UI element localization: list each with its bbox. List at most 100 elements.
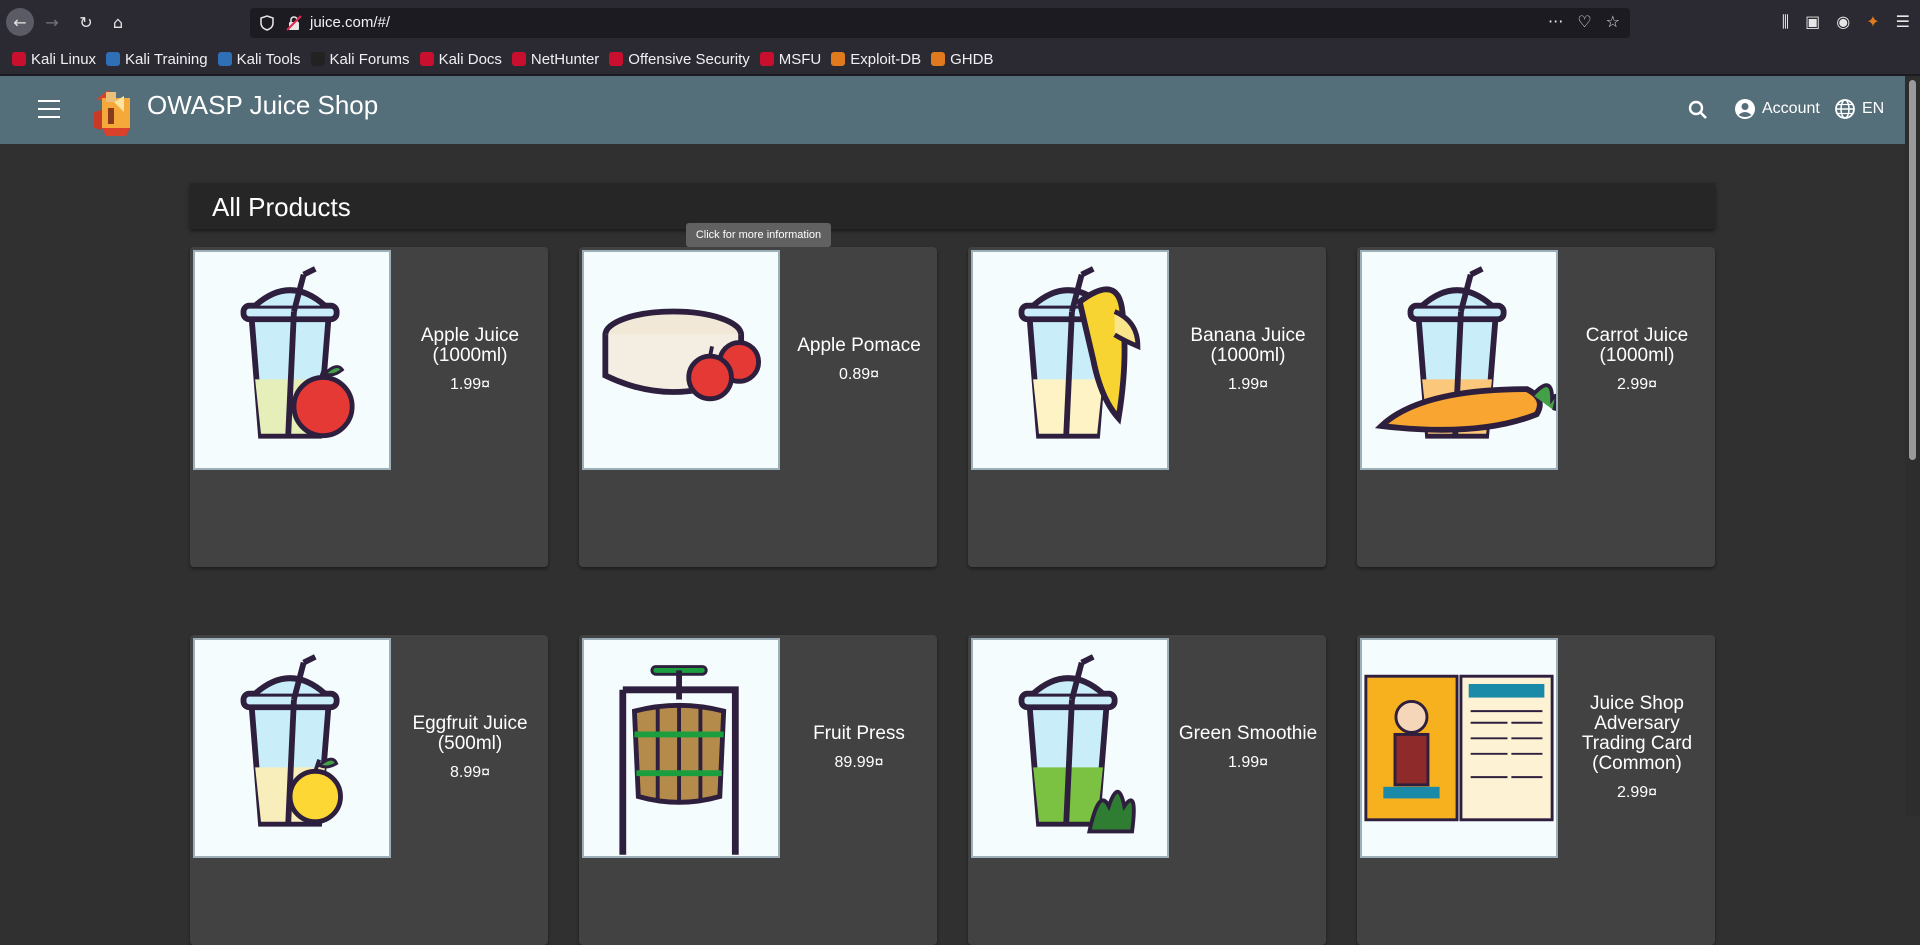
back-button[interactable]: ← <box>6 8 34 36</box>
tracking-shield-icon[interactable] <box>260 15 274 31</box>
bookmark-favicon-icon <box>12 52 26 66</box>
product-price: 2.99¤ <box>1616 784 1658 801</box>
product-card[interactable]: Carrot Juice (1000ml) 2.99¤ <box>1357 247 1715 567</box>
product-name: Eggfruit Juice (500ml) <box>412 713 528 754</box>
bookmark-favicon-icon <box>931 52 946 66</box>
product-image[interactable] <box>582 250 780 470</box>
product-name: Carrot Juice (1000ml) <box>1585 325 1689 366</box>
bookmark-label: Kali Forums <box>329 50 410 68</box>
page-title: All Products <box>212 192 351 222</box>
product-card[interactable]: Banana Juice (1000ml) 1.99¤ <box>968 247 1326 567</box>
product-info: Banana Juice (1000ml) 1.99¤ <box>1173 247 1323 473</box>
home-button[interactable]: ⌂ <box>104 8 132 36</box>
product-name: Green Smoothie <box>1178 723 1318 744</box>
page-scrollbar[interactable] <box>1905 76 1920 816</box>
product-name: Fruit Press <box>813 723 905 744</box>
bookmark-star-icon[interactable]: ☆ <box>1606 12 1620 31</box>
bookmark-label: Exploit-DB <box>850 50 922 68</box>
bookmark-favicon-icon <box>419 52 434 66</box>
product-card[interactable]: Fruit Press 89.99¤ <box>579 635 937 945</box>
product-name: Juice Shop Adversary Trading Card (Commo… <box>1581 693 1693 774</box>
product-info: Juice Shop Adversary Trading Card (Commo… <box>1562 635 1712 861</box>
hamburger-menu-icon[interactable] <box>38 100 60 118</box>
bookmark-item[interactable]: NetHunter <box>511 50 600 68</box>
library-icon[interactable]: ⫼ <box>1782 12 1789 32</box>
bookmark-item[interactable]: Exploit-DB <box>831 51 921 68</box>
globe-icon <box>1835 99 1855 119</box>
product-image[interactable] <box>193 250 391 470</box>
insecure-lock-icon[interactable] <box>286 15 302 31</box>
language-button[interactable]: EN <box>1834 94 1884 124</box>
bookmark-label: NetHunter <box>530 50 600 68</box>
language-label: EN <box>1862 100 1885 117</box>
bookmark-item[interactable]: Kali Tools <box>217 50 301 68</box>
app-toolbar: OWASP Juice Shop Account EN <box>0 76 1905 144</box>
bookmarks-bar: Kali Linux Kali Training Kali Tools Kali Fo… <box>0 44 1920 74</box>
product-price: 2.99¤ <box>1616 376 1658 393</box>
product-price: 1.99¤ <box>449 376 491 393</box>
bookmark-item[interactable]: Kali Docs <box>419 51 502 68</box>
product-image[interactable] <box>582 638 780 858</box>
product-info: Carrot Juice (1000ml) 2.99¤ <box>1562 247 1712 473</box>
browser-toolbar: ← → ↻ ⌂ juice.com/#/ ··· ♡ ☆ ⫼ ▣ ◉ ✦ ☰ <box>0 0 1920 44</box>
product-price: 0.89¤ <box>838 366 880 383</box>
bookmark-label: Offensive Security <box>628 50 750 68</box>
product-image[interactable] <box>1360 638 1558 858</box>
product-name: Banana Juice (1000ml) <box>1190 325 1306 366</box>
product-card[interactable]: Green Smoothie 1.99¤ <box>968 635 1326 945</box>
bookmark-favicon-icon <box>511 52 526 66</box>
bookmark-favicon-icon <box>310 52 325 66</box>
product-name: Apple Juice (1000ml) <box>420 325 520 366</box>
account-button[interactable]: Account <box>1734 94 1820 124</box>
bookmark-item[interactable]: Offensive Security <box>609 50 750 68</box>
products-heading-card: All Products <box>190 183 1715 229</box>
profile-icon[interactable]: ◉ <box>1836 12 1850 32</box>
juice-shop-logo[interactable] <box>88 82 142 138</box>
bookmark-label: Kali Linux <box>31 50 97 68</box>
product-price: 89.99¤ <box>834 754 884 771</box>
bookmark-item[interactable]: Kali Training <box>106 51 208 68</box>
bookmark-favicon-icon <box>759 52 774 66</box>
app-title[interactable]: OWASP Juice Shop <box>147 90 378 121</box>
bookmark-label: Kali Tools <box>236 50 301 68</box>
pocket-icon[interactable]: ♡ <box>1577 12 1591 31</box>
app-menu-icon[interactable]: ☰ <box>1896 12 1910 32</box>
product-price: 8.99¤ <box>449 764 491 781</box>
account-label: Account <box>1762 100 1820 117</box>
product-card[interactable]: Juice Shop Adversary Trading Card (Commo… <box>1357 635 1715 945</box>
account-circle-icon <box>1735 99 1755 119</box>
scrollbar-thumb[interactable] <box>1909 80 1916 460</box>
product-price: 1.99¤ <box>1227 754 1269 771</box>
bookmark-favicon-icon <box>217 52 232 66</box>
product-tooltip: Click for more information <box>686 223 831 247</box>
product-price: 1.99¤ <box>1227 376 1269 393</box>
product-image[interactable] <box>193 638 391 858</box>
forward-button[interactable]: → <box>38 8 66 36</box>
bookmark-item[interactable]: Kali Forums <box>310 50 410 68</box>
product-card[interactable]: Apple Juice (1000ml) 1.99¤ <box>190 247 548 567</box>
bookmark-favicon-icon <box>831 52 846 66</box>
search-icon[interactable] <box>1686 98 1710 122</box>
sidebar-icon[interactable]: ▣ <box>1805 12 1820 32</box>
bookmark-item[interactable]: Kali Linux <box>12 51 96 68</box>
product-info: Green Smoothie 1.99¤ <box>1173 635 1323 861</box>
product-info: Apple Pomace 0.89¤ <box>784 247 934 473</box>
extension-icon[interactable]: ✦ <box>1866 12 1879 32</box>
product-card[interactable]: Eggfruit Juice (500ml) 8.99¤ <box>190 635 548 945</box>
bookmark-favicon-icon <box>106 52 121 66</box>
reload-button[interactable]: ↻ <box>72 8 100 36</box>
bookmark-favicon-icon <box>609 52 624 66</box>
page-actions-icon[interactable]: ··· <box>1548 12 1563 31</box>
bookmark-item[interactable]: GHDB <box>931 51 993 68</box>
product-card[interactable]: Apple Pomace 0.89¤ <box>579 247 937 567</box>
bookmark-item[interactable]: MSFU <box>759 51 821 68</box>
bookmark-label: Kali Training <box>125 50 208 68</box>
bookmark-label: GHDB <box>950 50 994 68</box>
url-text[interactable]: juice.com/#/ <box>310 14 390 31</box>
product-image[interactable] <box>971 638 1169 858</box>
product-image[interactable] <box>971 250 1169 470</box>
url-bar[interactable]: juice.com/#/ ··· ♡ ☆ <box>250 8 1630 38</box>
product-info: Eggfruit Juice (500ml) 8.99¤ <box>395 635 545 861</box>
product-image[interactable] <box>1360 250 1559 470</box>
product-info: Fruit Press 89.99¤ <box>784 635 934 861</box>
